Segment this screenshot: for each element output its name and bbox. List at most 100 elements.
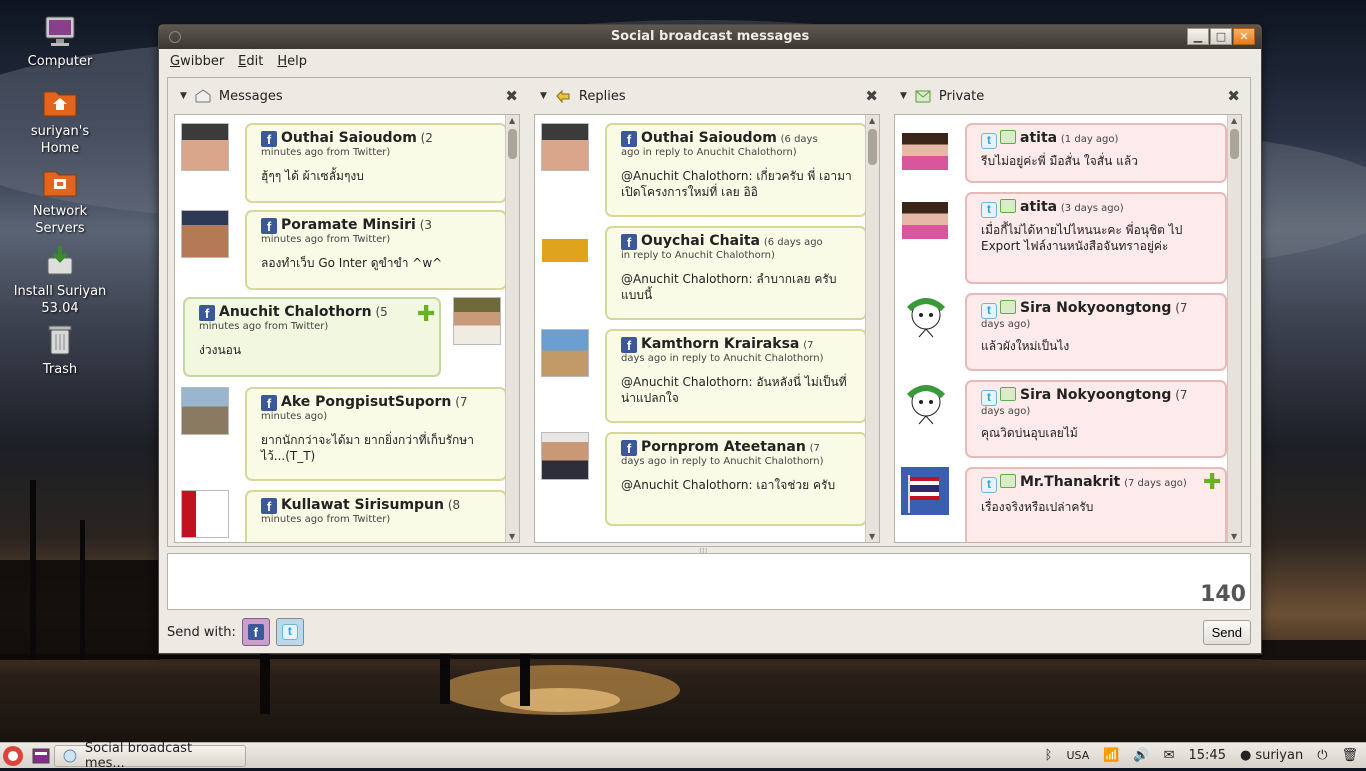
message-item[interactable]: f Anuchit Chalothorn (5 minutes ago from … [183,297,441,377]
avatar[interactable] [453,297,501,345]
main-menu-icon[interactable] [2,745,24,767]
add-icon[interactable]: ✚ [1203,472,1221,494]
close-pane-icon[interactable]: ✖ [505,87,518,105]
author-name[interactable]: Anuchit Chalothorn [219,304,372,320]
send-facebook-toggle[interactable]: f [241,618,270,646]
message-item[interactable]: t Sira Nokyoongtong (7 days ago) แล้วผังใ… [965,293,1227,371]
message-text: คุณวิดบ่นอุบเลยไม้ [981,426,1078,440]
author-name[interactable]: Poramate Minsiri [281,217,416,233]
author-name[interactable]: Outhai Saioudom [641,130,777,146]
menu-edit[interactable]: Edit [238,54,263,69]
window-title: Social broadcast messages [610,29,810,44]
message-item[interactable]: t atita (3 days ago) เมื่อกี้ไม่ได้หายไปไ… [965,192,1227,284]
avatar[interactable] [901,467,949,515]
avatar[interactable] [541,329,589,377]
desktop-icon-label: Trash [42,362,78,377]
send-row: Send with: f t Send [167,617,1251,647]
desktop-icon-computer[interactable]: Computer [10,14,110,70]
message-item[interactable]: f Poramate Minsiri (3 minutes ago from Tw… [245,210,507,290]
author-name[interactable]: Sira Nokyoongtong [1020,387,1171,403]
collapse-triangle-icon[interactable]: ▼ [540,91,547,101]
collapse-triangle-icon[interactable]: ▼ [900,91,907,101]
message-item[interactable]: f Ouychai Chaita (6 days ago in reply to … [605,226,867,320]
facebook-icon: f [621,234,637,250]
pane-title: Messages [218,88,283,104]
close-pane-icon[interactable]: ✖ [865,87,878,105]
avatar[interactable] [181,210,229,258]
avatar[interactable] [541,123,589,171]
mail-icon[interactable]: ✉ [1164,748,1175,763]
menu-gwibber[interactable]: Gwibber [170,54,224,69]
avatar[interactable] [541,229,589,277]
author-name[interactable]: Ake PongpisutSuporn [281,394,451,410]
scrollbar[interactable]: ▲ ▼ [865,115,879,542]
taskbar-window-button[interactable]: Social broadcast mes... [54,741,246,771]
power-icon[interactable]: ⏻ [1317,748,1327,763]
avatar[interactable] [181,387,229,435]
message-item[interactable]: f Outhai Saioudom (2 minutes ago from Twi… [245,123,507,203]
close-pane-icon[interactable]: ✖ [1227,87,1240,105]
add-icon[interactable]: ✚ [417,304,435,326]
avatar[interactable] [901,192,949,240]
bluetooth-icon[interactable]: ᛒ [1045,748,1053,763]
message-item[interactable]: f Ake PongpisutSuporn (7 minutes ago) ยาก… [245,387,507,481]
author-name[interactable]: Sira Nokyoongtong [1020,300,1171,316]
show-desktop-icon[interactable] [32,748,50,764]
scrollbar[interactable]: ▲ ▼ [505,115,519,542]
message-item[interactable]: f Kamthorn Krairaksa (7 days ago in reply… [605,329,867,423]
author-name[interactable]: atita [1020,130,1057,146]
message-item[interactable]: t Mr.Thanakrit (7 days ago) เรื่องจริงหรื… [965,467,1227,542]
author-name[interactable]: Kullawat Sirisumpun [281,497,444,513]
message-item[interactable]: f Kullawat Sirisumpun (8 minutes ago from… [245,490,507,542]
author-name[interactable]: Pornprom Ateetanan [641,439,806,455]
avatar[interactable] [903,293,949,339]
message-item[interactable]: f Outhai Saioudom (6 days ago in reply to… [605,123,867,217]
desktop-icon-network[interactable]: Network Servers [10,164,110,237]
scrollbar[interactable]: ▲ ▼ [1227,115,1241,542]
facebook-icon: f [247,624,264,640]
twitter-icon: t [981,303,997,319]
message-list[interactable]: f Outhai Saioudom (2 minutes ago from Twi… [174,114,520,543]
author-name[interactable]: Ouychai Chaita [641,233,760,249]
avatar[interactable] [901,123,949,171]
message-item[interactable]: t atita (1 day ago) รีบไม่อยู่ค่ะพี่ มือส… [965,123,1227,183]
volume-icon[interactable]: 🔊 [1133,748,1149,763]
message-item[interactable]: t Sira Nokyoongtong (7 days ago) คุณวิดบ่… [965,380,1227,458]
avatar[interactable] [181,490,229,538]
window-titlebar[interactable]: Social broadcast messages ▁ □ ✕ [159,25,1261,49]
user-status-icon[interactable]: ● [1240,748,1251,763]
reply-list[interactable]: f Outhai Saioudom (6 days ago in reply to… [534,114,880,543]
author-name[interactable]: atita [1020,199,1057,215]
trash-applet-icon[interactable]: 🗑 [1341,748,1358,763]
clock[interactable]: 15:45 [1189,748,1226,763]
send-twitter-toggle[interactable]: t [275,618,304,646]
window-menu-icon[interactable] [169,31,181,43]
maximize-button[interactable]: □ [1210,28,1232,45]
collapse-triangle-icon[interactable]: ▼ [180,91,187,101]
private-list[interactable]: t atita (1 day ago) รีบไม่อยู่ค่ะพี่ มือส… [894,114,1242,543]
user-name[interactable]: suriyan [1255,748,1303,763]
facebook-icon: f [199,305,215,321]
desktop-icon-trash[interactable]: Trash [10,322,110,378]
avatar[interactable] [541,432,589,480]
author-name[interactable]: Kamthorn Krairaksa [641,336,799,352]
avatar[interactable] [181,123,229,171]
send-button[interactable]: Send [1202,619,1251,645]
author-name[interactable]: Outhai Saioudom [281,130,417,146]
keyboard-layout[interactable]: USA [1066,749,1089,762]
message-item[interactable]: f Pornprom Ateetanan (7 days ago in reply… [605,432,867,526]
menubar: Gwibber Edit Help [159,49,1261,73]
pane-replies: ▼ Replies ✖ f Outhai Saioudom (6 days ago… [528,78,888,546]
desktop-icon-home[interactable]: suriyan's Home [10,84,110,157]
menu-help[interactable]: Help [277,54,307,69]
twitter-icon: t [981,133,997,149]
pane-private: ▼ Private ✖ t atita (1 day ago) รีบไม่อยู… [888,78,1250,546]
message-text: ฮุ้ๆๆ ได้ ผ้าเซลั้มๆงบ [261,169,364,183]
compose-input[interactable]: 140 [167,553,1251,610]
wifi-icon[interactable]: 📶 [1103,748,1119,763]
avatar[interactable] [903,380,949,426]
minimize-button[interactable]: ▁ [1187,28,1209,45]
desktop-icon-install[interactable]: Install Suriyan 53.04 [10,244,110,317]
close-button[interactable]: ✕ [1233,28,1255,45]
author-name[interactable]: Mr.Thanakrit [1020,474,1120,490]
